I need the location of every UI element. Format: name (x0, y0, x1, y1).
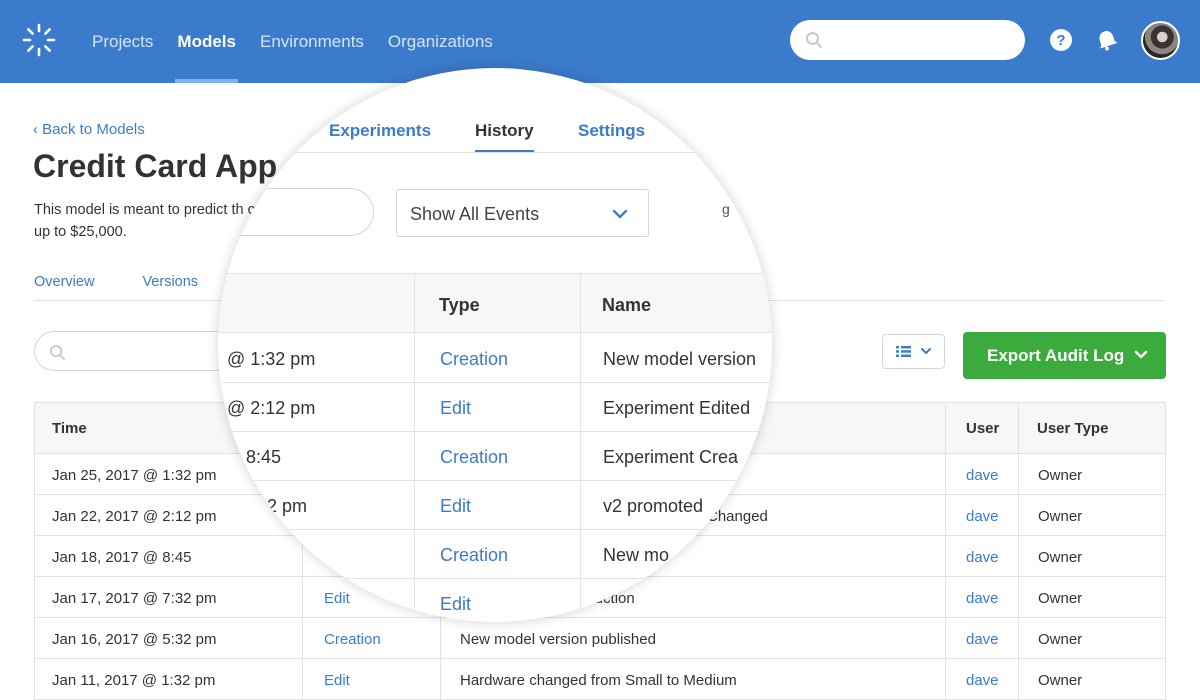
cell-type-link[interactable]: Edit (440, 398, 471, 419)
back-link-label: Back to Models (42, 121, 145, 138)
cell-name: New mo (603, 545, 670, 565)
tab-experiments[interactable]: Experiments (329, 121, 431, 141)
cell-user-link[interactable]: dave (966, 467, 999, 484)
cell-type-link[interactable]: Edit (440, 496, 471, 517)
table-header: Type Name (218, 273, 772, 333)
tab-overview[interactable]: Overview (34, 274, 94, 290)
column-header-name[interactable]: Name (602, 295, 651, 316)
cell-name: New model version (603, 349, 757, 369)
cell-user-link[interactable]: dave (966, 631, 999, 648)
model-sub-tabs: Overview Versions (34, 274, 246, 290)
cell-name: v2 promoted (603, 496, 704, 516)
cell-user-link[interactable]: dave (966, 590, 999, 607)
table-row[interactable]: Creation New mo (218, 530, 772, 579)
top-nav-bar: Projects Models Environments Organizatio… (0, 0, 1200, 83)
chevron-down-icon[interactable] (1134, 348, 1148, 362)
cell-user-type: Owner (1038, 549, 1083, 566)
table-row[interactable]: @ 1:32 pm Creation New model version (218, 334, 772, 383)
cell-type-link[interactable]: Creation (440, 349, 508, 370)
search-icon (49, 344, 66, 361)
table-row[interactable]: Jan 16, 2017 @ 5:32 pm Creation New mode… (35, 618, 1165, 659)
cell-type-link[interactable]: Edit (324, 672, 350, 689)
cell-name: Experiment Crea (603, 447, 739, 467)
cell-time: Jan 22, 2017 @ 2:12 pm (52, 508, 217, 525)
clipped-text-fragment: g (722, 201, 730, 217)
tab-settings[interactable]: Settings (578, 121, 645, 141)
tab-divider (218, 152, 772, 153)
cell-name: Hardware changed from Small to Medium (460, 672, 737, 689)
global-search-input[interactable] (790, 20, 1025, 60)
user-avatar[interactable] (1141, 21, 1180, 60)
event-filter-value: Show All Events (410, 204, 540, 224)
cell-time: 8:45 (246, 447, 282, 467)
export-button-label: Export Audit Log (987, 346, 1125, 365)
list-icon (896, 346, 931, 357)
tab-history[interactable]: History (475, 121, 534, 152)
cell-user-type: Owner (1038, 631, 1083, 648)
column-header-time[interactable]: Time (52, 420, 87, 437)
cell-type-link[interactable]: Creation (440, 545, 508, 566)
cell-name: Experiment Edited (603, 398, 751, 418)
cell-user-link[interactable]: dave (966, 549, 999, 566)
cell-time: Jan 17, 2017 @ 7:32 pm (52, 590, 217, 607)
cell-user-type: Owner (1038, 590, 1083, 607)
cell-type-link[interactable]: Creation (440, 447, 508, 468)
cell-user-link[interactable]: dave (966, 672, 999, 689)
nav-projects[interactable]: Projects (92, 0, 153, 83)
cell-time: @ 2:12 pm (227, 398, 316, 418)
cell-user-type: Owner (1038, 467, 1083, 484)
cell-user-link[interactable]: dave (966, 508, 999, 525)
search-icon (806, 32, 822, 48)
notification-bell-icon[interactable] (1095, 28, 1119, 52)
nav-environments[interactable]: Environments (260, 0, 364, 83)
nav-models[interactable]: Models (175, 0, 238, 83)
cell-time: 2 pm (267, 496, 308, 516)
table-row[interactable]: 8:45 Creation Experiment Crea (218, 432, 772, 481)
cell-time: Jan 18, 2017 @ 8:45 (52, 549, 192, 566)
cell-type-link[interactable]: Creation (324, 631, 381, 648)
chevron-down-icon (612, 209, 628, 219)
magnifier-lens: Experiments History Settings Show All Ev… (218, 68, 772, 622)
back-to-models-link[interactable]: ‹ Back to Models (33, 121, 145, 138)
help-icon[interactable]: ? (1049, 28, 1073, 52)
logo-icon[interactable] (21, 22, 57, 58)
view-toggle-button[interactable] (882, 334, 945, 369)
export-audit-log-button[interactable]: Export Audit Log (963, 332, 1166, 379)
svg-text:?: ? (1056, 32, 1065, 49)
column-header-user-type[interactable]: User Type (1037, 420, 1108, 437)
table-row[interactable]: 2 pm Edit v2 promoted (218, 481, 772, 530)
table-row[interactable]: Edit (218, 579, 772, 622)
cell-name: New model version published (460, 631, 656, 648)
cell-time: Jan 11, 2017 @ 1:32 pm (52, 672, 216, 689)
cell-time: @ 1:32 pm (227, 349, 316, 369)
cell-user-type: Owner (1038, 508, 1083, 525)
table-row[interactable]: @ 2:12 pm Edit Experiment Edited (218, 383, 772, 432)
cell-user-type: Owner (1038, 672, 1083, 689)
cell-type-link[interactable]: Edit (440, 594, 471, 615)
history-search-input[interactable] (218, 188, 374, 236)
tab-versions[interactable]: Versions (142, 274, 198, 290)
column-header-user[interactable]: User (966, 420, 999, 437)
event-filter-select[interactable]: Show All Events (396, 189, 649, 237)
table-row[interactable]: Jan 11, 2017 @ 1:32 pm Edit Hardware cha… (35, 659, 1165, 700)
column-header-type[interactable]: Type (439, 295, 480, 316)
history-tabs: Experiments History Settings (218, 121, 772, 161)
cell-time: Jan 16, 2017 @ 5:32 pm (52, 631, 217, 648)
cell-time: Jan 25, 2017 @ 1:32 pm (52, 467, 217, 484)
history-table: Type Name @ 1:32 pm Creation New model v… (218, 273, 772, 622)
